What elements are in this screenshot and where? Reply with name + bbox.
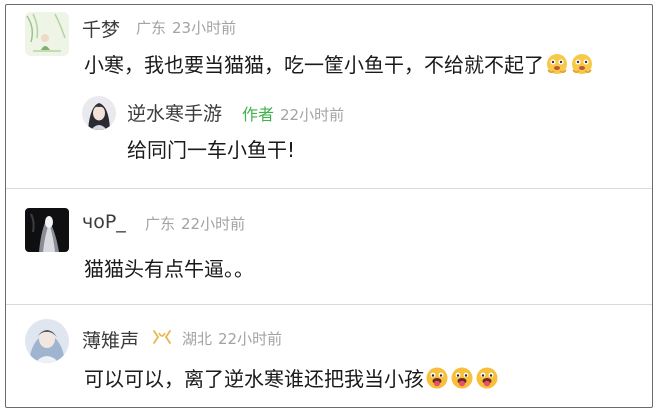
- comment-location: 广东: [136, 19, 167, 37]
- tongue-emoji-icon: [450, 366, 474, 390]
- avatar[interactable]: [25, 208, 69, 252]
- comment-time: 22小时前: [181, 215, 246, 233]
- reply-text: 给同门一车小鱼干!: [127, 138, 296, 162]
- comment-text: 可以可以，离了逆水寒谁还把我当小孩: [84, 363, 499, 392]
- divider: [6, 188, 652, 189]
- comment-meta: 湖北 22小时前: [182, 328, 288, 349]
- comment-time: 22小时前: [218, 330, 283, 348]
- comment-text: 小寒，我也要当猫猫，吃一筐小鱼干，不给就不起了: [84, 49, 594, 78]
- divider: [6, 304, 652, 305]
- sticker-emoji-icon: [570, 52, 594, 76]
- comment-time: 23小时前: [172, 19, 237, 37]
- sticker-emoji-icon: [545, 52, 569, 76]
- reply-avatar[interactable]: [82, 96, 116, 130]
- comment-list: 千梦 广东 23小时前 小寒，我也要当猫猫，吃一筐小鱼干，不给就不起了 逆水寒手游…: [5, 4, 653, 408]
- reply-meta: 作者 22小时前: [242, 101, 350, 125]
- comment-text-content: 可以可以，离了逆水寒谁还把我当小孩: [84, 367, 424, 391]
- comment-meta: 广东 23小时前: [136, 17, 242, 38]
- avatar-image: [25, 208, 69, 252]
- commenter-name[interactable]: 千梦: [82, 15, 120, 42]
- commenter-name[interactable]: 薄雉声: [82, 326, 139, 353]
- comment-location: 湖北: [182, 330, 213, 348]
- commenter-name[interactable]: ч​oP_: [82, 211, 126, 233]
- comment-text: 猫猫头有点牛逼。。: [84, 257, 254, 281]
- avatar[interactable]: [25, 12, 69, 56]
- comment-text-content: 小寒，我也要当猫猫，吃一筐小鱼干，不给就不起了: [84, 53, 544, 77]
- reply-author-name[interactable]: 逆水寒手游: [127, 99, 222, 126]
- comment-meta: 广东 22小时前: [145, 213, 251, 234]
- avatar-image: [82, 96, 116, 130]
- author-badge: 作者: [242, 105, 275, 124]
- avatar[interactable]: [25, 319, 69, 363]
- comment-location: 广东: [145, 215, 176, 233]
- avatar-image: [25, 319, 69, 363]
- avatar-image: [25, 12, 69, 56]
- tongue-emoji-icon: [475, 366, 499, 390]
- tongue-emoji-icon: [425, 366, 449, 390]
- reply-time: 22小时前: [280, 106, 345, 124]
- vip-badge-icon: [153, 330, 171, 344]
